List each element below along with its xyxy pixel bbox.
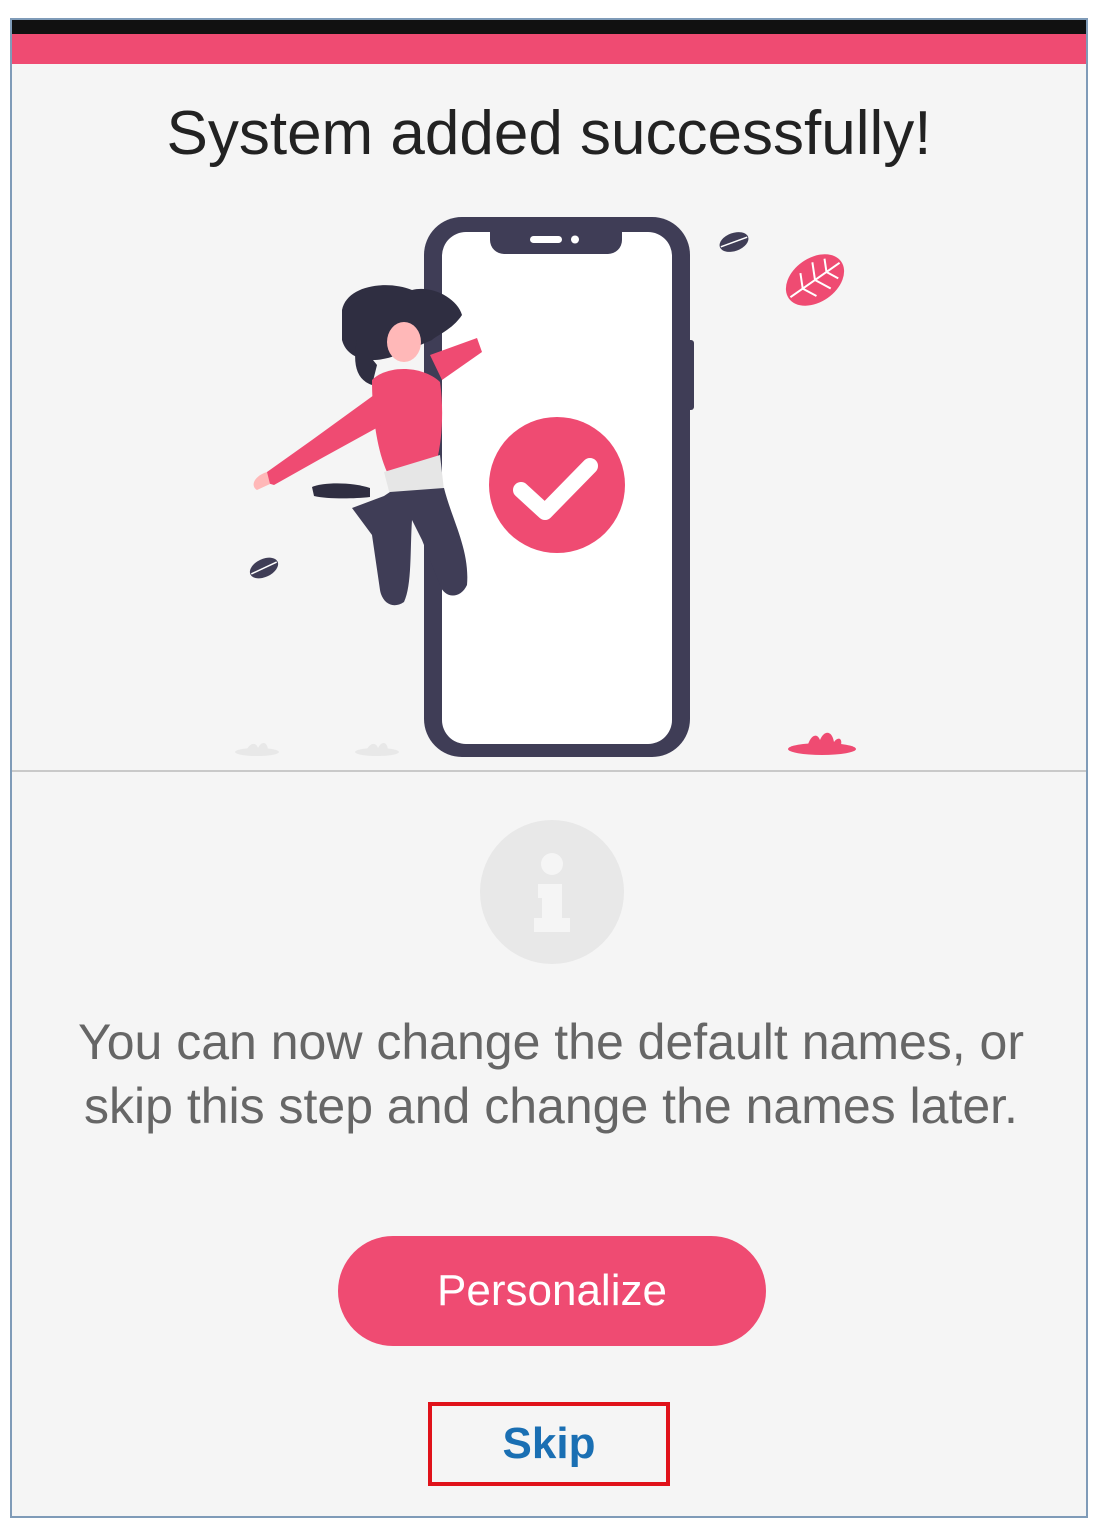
section-divider bbox=[12, 770, 1086, 772]
personalize-button[interactable]: Personalize bbox=[338, 1236, 766, 1346]
info-icon bbox=[480, 820, 624, 964]
success-illustration bbox=[235, 217, 856, 757]
top-border bbox=[12, 20, 1086, 34]
skip-link[interactable]: Skip bbox=[428, 1402, 670, 1486]
leaf-small-dark bbox=[719, 232, 749, 252]
check-circle-icon bbox=[489, 417, 625, 553]
dialog: System added successfully! You can now c… bbox=[10, 18, 1088, 1518]
accent-bar bbox=[12, 34, 1086, 64]
leaf-large-pink bbox=[785, 254, 845, 306]
page-title: System added successfully! bbox=[166, 99, 932, 168]
leaf-small-dark-left bbox=[249, 557, 279, 579]
info-message: You can now change the default names, or… bbox=[77, 1014, 1025, 1134]
